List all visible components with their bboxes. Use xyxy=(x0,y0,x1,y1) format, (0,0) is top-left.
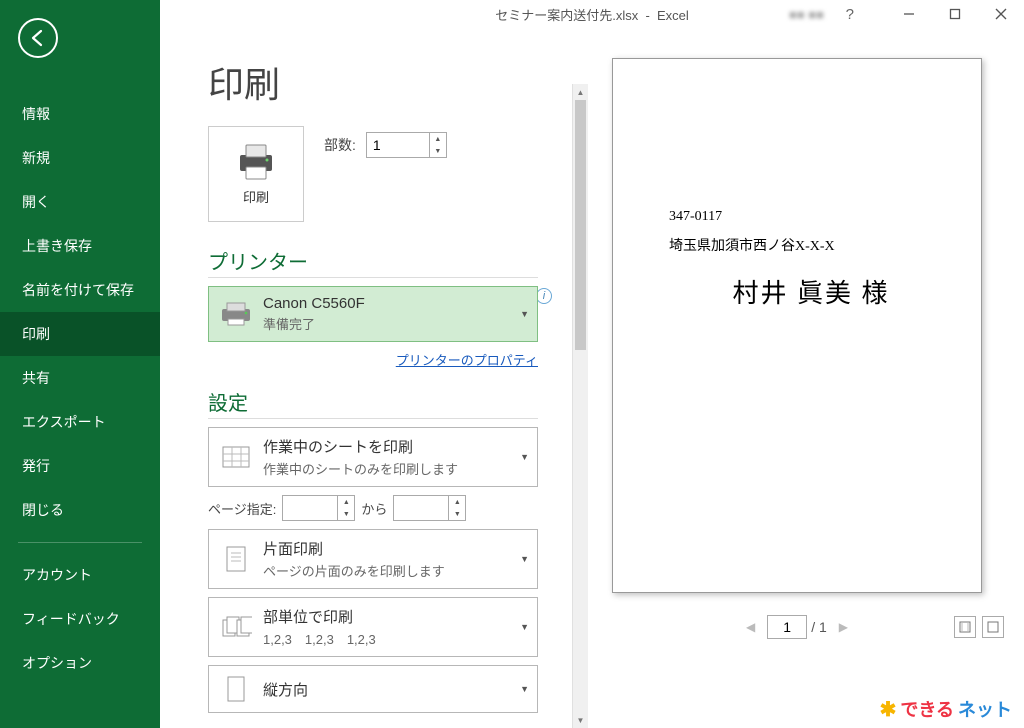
sidebar-item-2[interactable]: 開く xyxy=(0,180,160,224)
setting-collate[interactable]: 部単位で印刷1,2,3 1,2,3 1,2,3 ▼ xyxy=(208,597,538,657)
sidebar-item-7[interactable]: エクスポート xyxy=(0,400,160,444)
back-button[interactable] xyxy=(18,18,58,58)
printer-properties-link[interactable]: プリンターのプロパティ xyxy=(208,350,538,369)
account-name: ■■ ■■ xyxy=(789,7,824,22)
copies-label: 部数: xyxy=(324,135,356,155)
printer-select[interactable]: Canon C5560F 準備完了 ▼ xyxy=(208,286,538,342)
scrollbar-thumb[interactable] xyxy=(575,100,586,350)
sidebar-item-6[interactable]: 共有 xyxy=(0,356,160,400)
print-settings-panel: 印刷 印刷 部数: ▲▼ i プリンター xyxy=(160,28,590,728)
preview-paging: ◀ 1 / 1 ▶ xyxy=(600,615,994,639)
printer-status: 準備完了 xyxy=(263,314,365,333)
total-pages: / 1 xyxy=(811,619,827,635)
info-icon[interactable]: i xyxy=(536,288,552,304)
sidebar-item-3[interactable]: 上書き保存 xyxy=(0,224,160,268)
sidebar-item-5[interactable]: 印刷 xyxy=(0,312,160,356)
page-range-to-label: から xyxy=(361,499,387,518)
portrait-icon xyxy=(219,674,253,704)
current-page-input[interactable]: 1 xyxy=(767,615,807,639)
dropdown-arrow-icon: ▼ xyxy=(520,554,529,564)
preview-recipient-name: 村井 眞美 様 xyxy=(669,273,953,310)
sidebar-separator xyxy=(18,542,142,543)
dropdown-arrow-icon: ▼ xyxy=(520,684,529,694)
print-preview-panel: 347-0117 埼玉県加須市西ノ谷X-X-X 村井 眞美 様 ◀ 1 / 1 … xyxy=(590,28,1024,728)
window-maximize-button[interactable] xyxy=(932,0,978,28)
preview-address: 埼玉県加須市西ノ谷X-X-X xyxy=(669,235,953,255)
help-button[interactable]: ? xyxy=(846,6,854,23)
page-range-to[interactable]: ▲▼ xyxy=(393,495,466,521)
dropdown-arrow-icon: ▼ xyxy=(520,309,529,319)
printer-name: Canon C5560F xyxy=(263,295,365,312)
prev-page-button[interactable]: ◀ xyxy=(734,620,767,634)
setting-orientation[interactable]: 縦方向 ▼ xyxy=(208,665,538,713)
sidebar-item-8[interactable]: 発行 xyxy=(0,444,160,488)
preview-page: 347-0117 埼玉県加須市西ノ谷X-X-X 村井 眞美 様 xyxy=(612,58,982,593)
page-range-label: ページ指定: xyxy=(208,499,276,518)
sidebar-extra-item-2[interactable]: オプション xyxy=(0,641,160,685)
copies-down[interactable]: ▼ xyxy=(430,145,446,157)
sidebar-item-0[interactable]: 情報 xyxy=(0,92,160,136)
page-title: 印刷 xyxy=(208,56,578,108)
setting-print-what[interactable]: 作業中のシートを印刷作業中のシートのみを印刷します ▼ xyxy=(208,427,538,487)
settings-section-title: 設定 xyxy=(208,387,538,419)
page-range-from[interactable]: ▲▼ xyxy=(282,495,355,521)
settings-scrollbar[interactable]: ▲ ▼ xyxy=(572,84,588,728)
copies-up[interactable]: ▲ xyxy=(430,133,446,145)
printer-icon xyxy=(234,143,278,181)
setting-single-sided[interactable]: 片面印刷ページの片面のみを印刷します ▼ xyxy=(208,529,538,589)
window-close-button[interactable] xyxy=(978,0,1024,28)
window-title: セミナー案内送付先.xlsx - Excel xyxy=(495,5,689,24)
watermark-logo-icon: ✱ xyxy=(880,697,897,722)
dropdown-arrow-icon: ▼ xyxy=(520,452,529,462)
collate-icon xyxy=(219,612,253,642)
zoom-to-page-button[interactable] xyxy=(982,616,1004,638)
next-page-button[interactable]: ▶ xyxy=(827,620,860,634)
titlebar: セミナー案内送付先.xlsx - Excel ■■ ■■ ? xyxy=(160,0,1024,28)
single-side-icon xyxy=(219,544,253,574)
dropdown-arrow-icon: ▼ xyxy=(520,622,529,632)
preview-postal: 347-0117 xyxy=(669,209,953,225)
scroll-down-icon[interactable]: ▼ xyxy=(573,712,588,728)
scroll-up-icon[interactable]: ▲ xyxy=(573,84,588,100)
sidebar-item-1[interactable]: 新規 xyxy=(0,136,160,180)
print-button[interactable]: 印刷 xyxy=(208,126,304,222)
backstage-sidebar: 情報新規開く上書き保存名前を付けて保存印刷共有エクスポート発行閉じる アカウント… xyxy=(0,0,160,728)
sidebar-extra-item-0[interactable]: アカウント xyxy=(0,553,160,597)
watermark: ✱ できるネット xyxy=(880,696,1012,722)
copies-input[interactable]: ▲▼ xyxy=(366,132,447,158)
printer-section-title: プリンター xyxy=(208,246,538,278)
printer-device-icon xyxy=(219,299,253,329)
sidebar-item-4[interactable]: 名前を付けて保存 xyxy=(0,268,160,312)
show-margins-button[interactable] xyxy=(954,616,976,638)
sidebar-item-9[interactable]: 閉じる xyxy=(0,488,160,532)
sheet-icon xyxy=(219,442,253,472)
sidebar-extra-item-1[interactable]: フィードバック xyxy=(0,597,160,641)
window-minimize-button[interactable] xyxy=(886,0,932,28)
copies-value[interactable] xyxy=(367,133,429,157)
